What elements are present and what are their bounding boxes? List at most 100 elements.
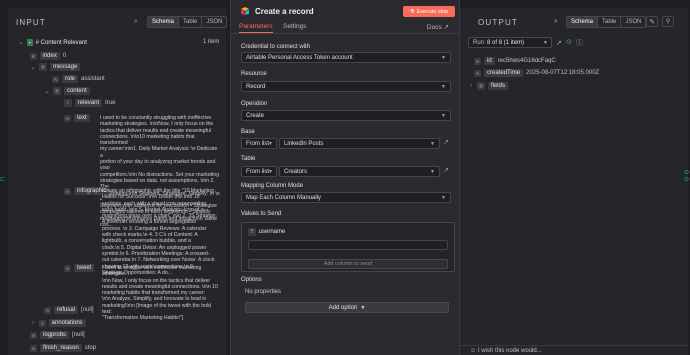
key-text[interactable]: text (74, 114, 90, 122)
tree-root[interactable]: ⌄ ▪ # Content Relevant (18, 39, 87, 46)
input-connector-icon[interactable]: ⊏ (0, 176, 5, 183)
values-box: ⠿ username Add column to send (241, 222, 455, 272)
execute-step-button[interactable]: ⚗ Execute step (403, 6, 455, 17)
chevron-down-icon[interactable]: ⌄ (30, 64, 36, 71)
credential-label: Credential to connect with (241, 44, 311, 50)
base-mode-select[interactable]: From list ▼ (241, 138, 277, 149)
docs-link[interactable]: Docs ↗ (427, 23, 449, 31)
mapping-label: Mapping Column Mode (241, 183, 304, 189)
tree-row-relevant: ✓ relevant true (64, 99, 115, 107)
base-value: LinkedIn Posts (284, 140, 324, 147)
node-icon: ▪ (27, 39, 33, 46)
input-view-schema[interactable]: Schema (148, 17, 180, 27)
input-view-json[interactable]: JSON (202, 17, 226, 27)
key-role[interactable]: role (62, 75, 79, 83)
node-panel: Create a record ⚗ Execute step Parameter… (230, 0, 461, 355)
key-id[interactable]: id (484, 57, 495, 65)
val-tweet: I used to struggle with ineffective mark… (102, 265, 218, 322)
connector-handle-icon[interactable]: ⊙ ⊙ (684, 170, 689, 184)
key-fields[interactable]: fields (487, 82, 508, 90)
chevron-down-icon: ▼ (441, 54, 446, 61)
chevron-down-icon: ▼ (441, 83, 446, 90)
chevron-down-icon[interactable]: ⌄ (18, 39, 24, 46)
add-column-label: Add column to send (323, 261, 373, 267)
val-id: rec5hws4G16dcFaqC (497, 58, 556, 64)
tree-row-message[interactable]: ⌄ ◎ message (30, 63, 81, 71)
options-label: Options (241, 277, 262, 283)
key-finish[interactable]: finish_reason (40, 344, 82, 352)
chevron-down-icon[interactable]: ⌄ (44, 88, 50, 95)
docs-label: Docs (426, 24, 442, 31)
external-link-icon[interactable]: ↗ (556, 39, 562, 47)
table-label: Table (241, 156, 256, 162)
feedback-text[interactable]: I wish this node would... (478, 348, 542, 354)
feedback-bar: ☺ I wish this node would... (460, 345, 688, 355)
output-view-schema[interactable]: Schema (567, 17, 599, 27)
credential-value: Airtable Personal Access Token account (246, 54, 353, 61)
key-tweet[interactable]: tweet (74, 264, 95, 272)
output-view-json[interactable]: JSON (621, 17, 645, 27)
table-mode-select[interactable]: From list ▼ (241, 166, 277, 177)
key-relevant[interactable]: relevant (74, 99, 103, 107)
out-row-id: A id rec5hws4G16dcFaqC (474, 57, 556, 65)
tree-row-annotations[interactable]: › ≡ annotations (30, 319, 86, 327)
string-type-icon: A (474, 57, 482, 65)
base-label: Base (241, 129, 255, 135)
table-select[interactable]: Creators ▼ (279, 166, 440, 177)
tree-row-role: A role assistant (52, 75, 105, 83)
resource-value: Record (246, 83, 266, 90)
chevron-down-icon: ▼ (430, 140, 435, 147)
output-view-toggle: Schema Table JSON (566, 16, 647, 28)
search-icon[interactable]: ⌕ (134, 18, 138, 26)
node-title[interactable]: Create a record (255, 7, 314, 16)
success-check-icon: ⊙ (566, 39, 572, 46)
drag-handle-icon[interactable]: ⠿ (248, 228, 256, 236)
info-icon[interactable]: ⓘ (576, 38, 583, 48)
string-type-icon: A (64, 187, 72, 195)
tree-row-logprobs: A logprobs [null] (30, 331, 85, 339)
external-link-icon[interactable]: ↗ (444, 166, 449, 174)
add-option-button[interactable]: Add option ▼ (245, 302, 449, 313)
edit-output-button[interactable]: ✎ (646, 16, 658, 27)
key-annotations[interactable]: annotations (48, 319, 86, 327)
key-created[interactable]: createdTime (484, 69, 524, 77)
output-panel: OUTPUT ⌕ Schema Table JSON ✎ ⚲ Run 8 of … (460, 8, 688, 355)
node-tabs: Parameters Settings Docs ↗ (231, 22, 461, 34)
chevron-right-icon[interactable]: › (30, 320, 36, 326)
resource-select[interactable]: Record ▼ (241, 81, 451, 92)
credential-select[interactable]: Airtable Personal Access Token account ▼ (241, 52, 451, 63)
val-infographic: Create an infographic with the title "10… (102, 188, 217, 276)
operation-value: Create (246, 112, 265, 119)
pin-data-button[interactable]: ⚲ (662, 16, 674, 27)
out-row-fields[interactable]: › ◎ fields (468, 82, 508, 90)
mapping-select[interactable]: Map Each Column Manually ▼ (241, 192, 451, 203)
tree-row-content[interactable]: ⌄ ◎ content (44, 87, 90, 95)
string-type-icon: A (64, 114, 72, 122)
input-view-toggle: Schema Table JSON (147, 16, 228, 28)
key-content[interactable]: content (63, 87, 90, 95)
chevron-right-icon[interactable]: › (468, 83, 474, 89)
username-input[interactable] (248, 240, 448, 250)
object-type-icon: ◎ (53, 87, 61, 95)
tree-row-tweet: A tweet (64, 264, 95, 272)
add-option-label: Add option (328, 304, 358, 311)
external-link-icon[interactable]: ↗ (444, 138, 449, 146)
key-message[interactable]: message (49, 63, 81, 71)
node-header: Create a record ⚗ Execute step (231, 0, 461, 22)
tab-parameters[interactable]: Parameters (239, 23, 273, 33)
input-view-table[interactable]: Table (179, 17, 203, 27)
base-select[interactable]: LinkedIn Posts ▼ (279, 138, 440, 149)
output-view-table[interactable]: Table (598, 17, 622, 27)
chevron-down-icon: ▼ (268, 168, 273, 175)
resource-label: Resource (241, 71, 267, 77)
add-column-select[interactable]: Add column to send (248, 259, 448, 269)
key-refusal[interactable]: refusal (54, 306, 79, 314)
thumbs-icon[interactable]: ☺ (470, 348, 476, 354)
run-select[interactable]: Run 8 of 8 (1 item) ▼ (468, 37, 552, 48)
search-icon[interactable]: ⌕ (554, 18, 558, 26)
key-index[interactable]: index (39, 52, 60, 60)
tab-settings[interactable]: Settings (283, 23, 307, 30)
key-logprobs[interactable]: logprobs (40, 331, 70, 339)
root-label: # Content Relevant (35, 39, 87, 46)
operation-select[interactable]: Create ▼ (241, 110, 451, 121)
